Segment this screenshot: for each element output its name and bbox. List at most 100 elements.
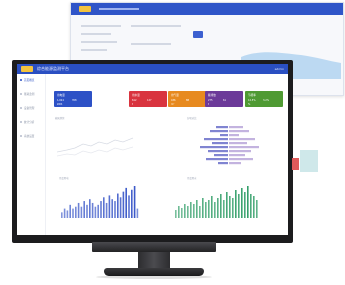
bar [91, 202, 94, 218]
menu-dot-icon [20, 107, 22, 109]
bar [238, 194, 240, 218]
bar [232, 198, 234, 218]
butterfly-bar-left [214, 154, 228, 157]
stat-card-electricity[interactable]: 用电量 1,024 358 kWh [54, 91, 92, 107]
stat-card-value: 88 [186, 99, 190, 102]
header-user[interactable]: admin [275, 65, 284, 73]
stat-card-title: 用气量 [171, 94, 179, 97]
bar [72, 208, 74, 218]
monitor-shadow [96, 275, 212, 279]
butterfly-bar-right [229, 142, 247, 145]
stat-card-value: 275 [208, 99, 213, 102]
bar [117, 193, 119, 218]
stat-card-value: 612 [132, 99, 137, 102]
menu-dot-icon [20, 121, 22, 123]
sidebar-item-analysis[interactable]: 统计分析 [20, 120, 34, 124]
sidebar-item-home[interactable]: 首页概览 [20, 78, 34, 82]
bar [89, 199, 91, 218]
sidebar-item-label: 能耗监测 [24, 93, 35, 96]
stat-card-value: 12.5% [248, 99, 256, 102]
butterfly-bar-right [229, 146, 259, 149]
stat-card-saving[interactable]: 节能率 12.5% 3.2% % [245, 91, 283, 107]
butterfly-bar-left [200, 146, 228, 149]
bar [190, 202, 192, 218]
bar [223, 200, 225, 218]
bg-text-line [131, 43, 171, 45]
menu-dot-icon [20, 135, 22, 137]
dashboard-screen: 综合能源监测平台 admin 首页概览 能耗监测 设备管理 统计分析 系统设置 … [17, 64, 288, 235]
bar [122, 191, 125, 218]
bar [94, 206, 97, 218]
bar [247, 186, 249, 218]
bar [108, 195, 111, 218]
bar [196, 200, 198, 218]
bg-text-line [131, 25, 181, 27]
bar [136, 208, 139, 218]
butterfly-bar-left [204, 138, 228, 141]
bar [181, 208, 183, 218]
bar [202, 198, 204, 218]
stat-card-value: 3.2% [263, 99, 270, 102]
bar [114, 201, 116, 218]
monthly-water-bar-chart [175, 186, 258, 218]
butterfly-bar-right [229, 150, 251, 153]
butterfly-bar-left [210, 130, 228, 133]
bar [105, 202, 108, 218]
app-logo [21, 66, 33, 72]
butterfly-bar-right [229, 126, 243, 129]
bar [244, 192, 246, 218]
butterfly-bar-right [229, 130, 249, 133]
butterfly-bar-right [229, 134, 239, 137]
bar [83, 201, 85, 218]
app-header: 综合能源监测平台 admin [17, 64, 288, 74]
butterfly-bar-left [206, 158, 228, 161]
bar [178, 206, 180, 218]
menu-dot-icon [20, 93, 22, 95]
butterfly-bar-left [218, 162, 228, 165]
bg-text-line [81, 33, 111, 35]
stat-card-value: 127 [147, 99, 152, 102]
stat-card-title: 碳排放 [208, 94, 216, 97]
bar [226, 192, 228, 218]
bar [193, 204, 195, 218]
stat-card-carbon[interactable]: 碳排放 275 61 t [205, 91, 243, 107]
bar [187, 206, 189, 218]
bar [97, 204, 99, 218]
bar [214, 202, 216, 218]
bar [133, 186, 136, 218]
background-teal-panel [300, 150, 318, 172]
sidebar-item-monitor[interactable]: 能耗监测 [20, 92, 34, 96]
butterfly-bar-chart [200, 126, 259, 165]
menu-dot-icon [20, 79, 22, 81]
monthly-power-bar-chart [61, 186, 139, 218]
bar [205, 202, 207, 218]
bar [61, 212, 63, 218]
stat-card-water[interactable]: 用水量 612 127 t [129, 91, 167, 107]
bar [229, 196, 231, 218]
bar [125, 187, 127, 218]
butterfly-bar-right [229, 162, 241, 165]
butterfly-bar-left [220, 134, 228, 137]
bar [119, 197, 122, 218]
sidebar-item-label: 设备管理 [24, 107, 35, 110]
bg-logo [79, 6, 91, 12]
bar [86, 204, 88, 218]
sidebar: 首页概览 能耗监测 设备管理 统计分析 系统设置 [17, 74, 46, 235]
stat-card-gas[interactable]: 用气量 436 88 m³ [168, 91, 206, 107]
bar [256, 200, 258, 218]
bar [208, 200, 210, 218]
stat-card-title: 用电量 [57, 94, 65, 97]
sidebar-item-devices[interactable]: 设备管理 [20, 106, 34, 110]
bar [241, 188, 243, 218]
bar [69, 204, 71, 218]
sidebar-item-settings[interactable]: 系统设置 [20, 134, 34, 138]
bar [100, 201, 102, 218]
bar [199, 206, 201, 218]
bar [63, 208, 66, 218]
stat-card-value: 358 [72, 99, 77, 102]
butterfly-bar-left [216, 126, 228, 129]
bar [103, 197, 105, 218]
stat-card-value: 436 [171, 99, 176, 102]
bg-button[interactable] [193, 31, 203, 38]
stat-card-value: 61 [223, 99, 227, 102]
